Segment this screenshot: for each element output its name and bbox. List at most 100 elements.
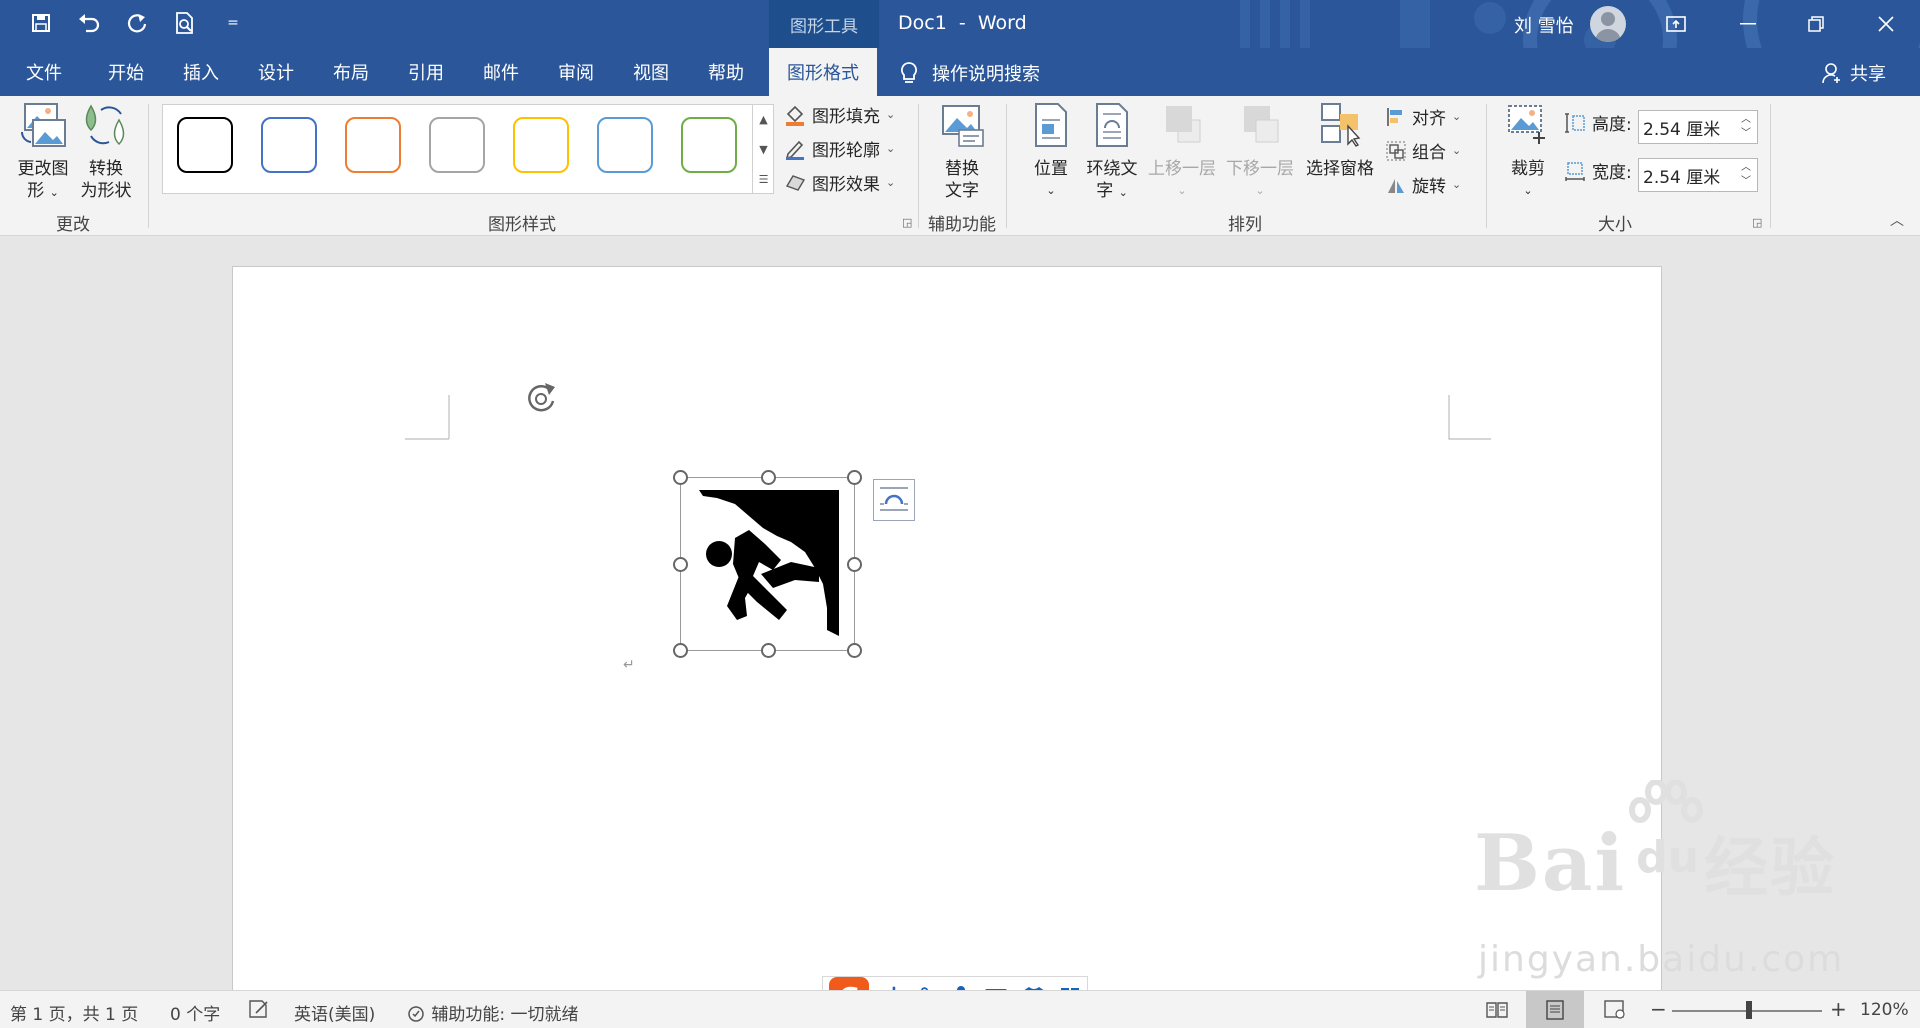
bring-forward-label: 上移一层 (1148, 159, 1216, 179)
send-backward-button[interactable]: 下移一层 ⌄ (1222, 102, 1298, 202)
collapse-ribbon-icon[interactable]: ︿ (1890, 210, 1904, 230)
word-count[interactable]: 0 个字 (170, 1000, 220, 1025)
shape-outline-button[interactable]: 图形轮廓 ⌄ (784, 136, 895, 161)
pen-outline-icon (785, 140, 804, 160)
resize-handle[interactable] (761, 470, 776, 485)
wrap-text-label: 环绕文 (1086, 159, 1138, 179)
rotate-handle-icon[interactable] (519, 379, 563, 419)
tab-help[interactable]: 帮助 (708, 48, 744, 96)
style-swatch[interactable] (681, 117, 737, 173)
group-separator (1770, 104, 1771, 228)
proofing-icon[interactable] (248, 999, 270, 1019)
tab-graphics-format[interactable]: 图形格式 (769, 48, 877, 96)
tab-review[interactable]: 审阅 (558, 48, 594, 96)
close-icon[interactable] (1858, 0, 1914, 48)
ribbon-display-options-icon[interactable] (1648, 0, 1704, 48)
alt-text-button[interactable]: 替换 文字 (930, 102, 994, 202)
resize-handle[interactable] (847, 557, 862, 572)
tab-file[interactable]: 文件 (26, 48, 62, 96)
tell-me-label: 操作说明搜索 (932, 64, 1040, 85)
web-layout-icon[interactable] (1604, 1000, 1626, 1020)
tell-me-search[interactable]: 操作说明搜索 (900, 60, 1040, 86)
restore-icon[interactable] (1788, 0, 1844, 48)
size-dialog-launcher-icon[interactable]: ◲ (1752, 216, 1762, 229)
tab-mailings[interactable]: 邮件 (483, 48, 519, 96)
zoom-slider-thumb[interactable] (1746, 1001, 1752, 1019)
minimize-icon[interactable] (1720, 0, 1776, 48)
selection-pane-button[interactable]: 选择窗格 (1302, 102, 1378, 180)
crop-label: 裁剪 (1511, 159, 1545, 179)
gallery-more-icon[interactable]: ☰ (753, 164, 774, 194)
resize-handle[interactable] (673, 557, 688, 572)
baidu-watermark: Bai du 经验 jingyan.baidu.com (1474, 780, 1842, 980)
avatar[interactable] (1590, 6, 1626, 42)
ribbon: 更改图 形 ⌄ 转换 为形状 更改 ▲ ▼ ☰ 图形填充 ⌄ 图形轮廓 ⌄ 图形… (0, 96, 1920, 236)
status-bar: 第 1 页，共 1 页 0 个字 英语(美国) 辅助功能: 一切就绪 − + 1… (0, 990, 1920, 1028)
customize-qat-icon[interactable]: = (218, 8, 248, 38)
print-layout-button[interactable] (1526, 991, 1584, 1028)
group-button[interactable]: 组合 ⌄ (1386, 138, 1461, 163)
shape-fill-button[interactable]: 图形填充 ⌄ (784, 102, 895, 127)
spin-arrows-icon[interactable]: ︿ ﹀ (1741, 113, 1751, 141)
align-button[interactable]: 对齐 ⌄ (1386, 104, 1461, 129)
rotate-button[interactable]: 旋转 ⌄ (1386, 172, 1461, 197)
resize-handle[interactable] (673, 643, 688, 658)
tab-view[interactable]: 视图 (633, 48, 669, 96)
app-name: Word (977, 12, 1027, 34)
style-swatch[interactable] (261, 117, 317, 173)
user-name[interactable]: 刘 雪怡 (1514, 12, 1574, 38)
selected-graphic[interactable] (673, 470, 862, 658)
selection-pane-label: 选择窗格 (1306, 159, 1374, 179)
group-separator (148, 104, 149, 228)
tab-layout[interactable]: 布局 (333, 48, 369, 96)
zoom-level[interactable]: 120% (1860, 1000, 1909, 1020)
convert-to-shape-button[interactable]: 转换 为形状 (76, 102, 136, 202)
width-field-label: 宽度: (1564, 158, 1632, 183)
resize-handle[interactable] (761, 643, 776, 658)
save-icon[interactable] (26, 8, 56, 38)
resize-handle[interactable] (673, 470, 688, 485)
style-swatch[interactable] (597, 117, 653, 173)
change-graphic-button[interactable]: 更改图 形 ⌄ (10, 102, 76, 204)
position-button[interactable]: 位置 ⌄ (1024, 102, 1078, 202)
share-button[interactable]: 共享 (1822, 60, 1886, 86)
document-page[interactable]: ↵ (232, 266, 1662, 990)
rotate-icon (1388, 178, 1404, 193)
print-preview-icon[interactable] (170, 8, 200, 38)
accessibility-status[interactable]: 辅助功能: 一切就绪 (406, 1000, 579, 1025)
page-count[interactable]: 第 1 页，共 1 页 (10, 1000, 138, 1025)
style-swatch[interactable] (513, 117, 569, 173)
styles-dialog-launcher-icon[interactable]: ◲ (902, 216, 912, 229)
zoom-out-icon[interactable]: − (1650, 997, 1667, 1021)
tab-insert[interactable]: 插入 (183, 48, 219, 96)
width-icon (1565, 161, 1585, 181)
convert-shape-label: 转换 (89, 159, 123, 179)
undo-icon[interactable] (74, 8, 104, 38)
tab-design[interactable]: 设计 (258, 48, 294, 96)
read-mode-icon[interactable] (1486, 1000, 1508, 1020)
tab-references[interactable]: 引用 (408, 48, 444, 96)
position-label: 位置 (1034, 159, 1068, 179)
height-label: 高度: (1592, 115, 1632, 135)
height-spinner[interactable]: 2.54 厘米 ︿ ﹀ (1638, 110, 1758, 144)
language[interactable]: 英语(美国) (294, 1000, 375, 1025)
crop-button[interactable]: 裁剪 ⌄ (1500, 102, 1556, 202)
bring-forward-button[interactable]: 上移一层 ⌄ (1144, 102, 1220, 202)
margin-corner-top-left (405, 395, 450, 440)
gallery-down-icon[interactable]: ▼ (753, 134, 774, 164)
width-spinner[interactable]: 2.54 厘米 ︿ ﹀ (1638, 158, 1758, 192)
style-swatch[interactable] (177, 117, 233, 173)
tab-home[interactable]: 开始 (108, 48, 144, 96)
resize-handle[interactable] (847, 470, 862, 485)
style-swatch[interactable] (429, 117, 485, 173)
spin-arrows-icon[interactable]: ︿ ﹀ (1741, 161, 1751, 189)
redo-icon[interactable] (122, 8, 152, 38)
gallery-up-icon[interactable]: ▲ (753, 104, 774, 134)
graphic-styles-gallery (162, 104, 774, 194)
wrap-text-button[interactable]: 环绕文 字 ⌄ (1082, 102, 1142, 204)
zoom-in-icon[interactable]: + (1830, 997, 1847, 1021)
style-swatch[interactable] (345, 117, 401, 173)
layout-options-button[interactable] (873, 479, 915, 521)
shape-effects-button[interactable]: 图形效果 ⌄ (784, 170, 895, 195)
resize-handle[interactable] (847, 643, 862, 658)
